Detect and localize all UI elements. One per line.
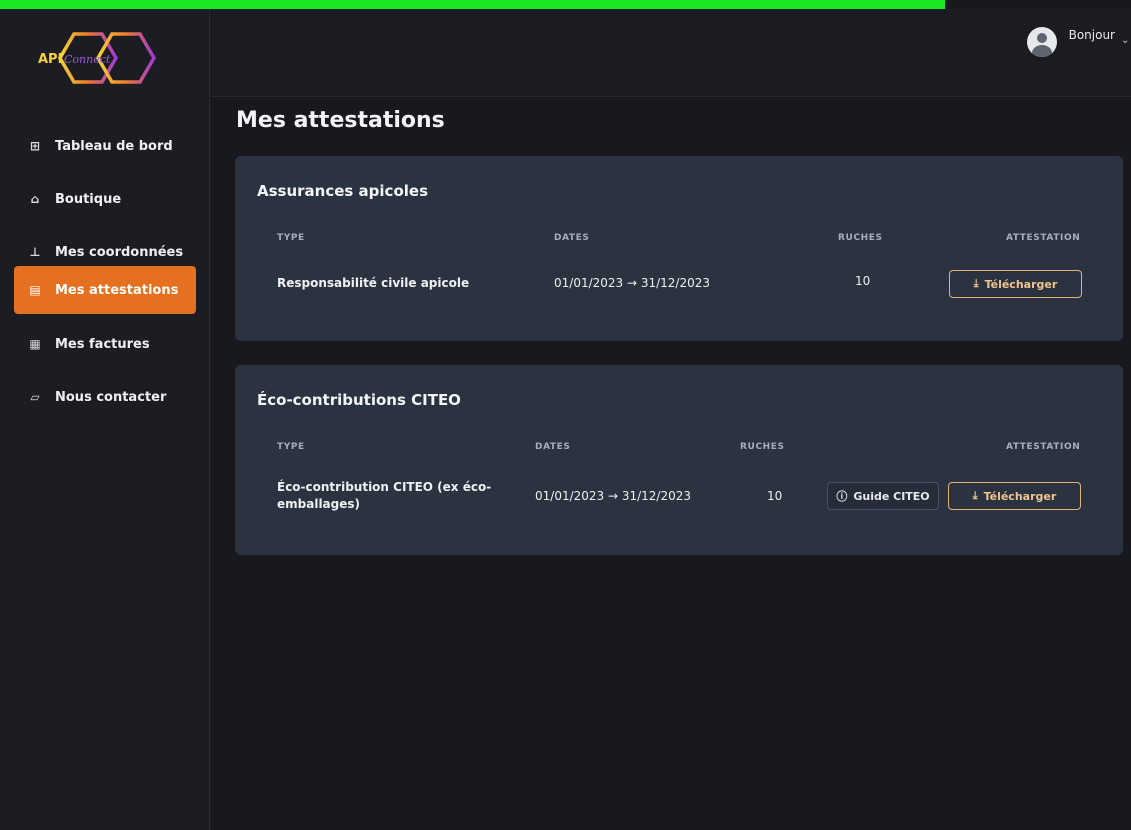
apiconnect-logo[interactable]: API Connect bbox=[36, 23, 176, 93]
download-button-label: Télécharger bbox=[984, 277, 1058, 291]
download-icon: ⤓ bbox=[972, 489, 978, 502]
column-header-attestation: ATTESTATION bbox=[1006, 442, 1081, 452]
sidebar-item-label: Mes factures bbox=[55, 336, 150, 352]
sidebar-item-label: Nous contacter bbox=[55, 389, 167, 405]
chat-icon: ▱ bbox=[30, 390, 40, 404]
document-icon: ▤ bbox=[29, 283, 41, 297]
row-ruches: 10 bbox=[855, 274, 871, 288]
row-ruches: 10 bbox=[767, 489, 783, 503]
download-button[interactable]: ⤓ Télécharger bbox=[948, 482, 1081, 510]
page-title: Mes attestations bbox=[236, 108, 445, 133]
chevron-down-icon: ⌄ bbox=[1121, 35, 1130, 46]
store-icon: ⌂ bbox=[30, 192, 40, 206]
row-dates: 01/01/2023 → 31/12/2023 bbox=[535, 489, 692, 503]
section-title: Assurances apicoles bbox=[257, 182, 428, 200]
column-header-dates: DATES bbox=[554, 233, 590, 243]
download-button[interactable]: ⤓ Télécharger bbox=[949, 270, 1082, 298]
column-header-ruches: RUCHES bbox=[838, 233, 883, 243]
user-menu[interactable]: Bonjour ⌄ bbox=[1026, 27, 1131, 57]
avatar-icon bbox=[1026, 27, 1057, 57]
sidebar-item-label: Mes attestations bbox=[55, 282, 179, 298]
guide-button-label: Guide CITEO bbox=[853, 489, 930, 503]
section-title: Éco-contributions CITEO bbox=[257, 391, 461, 409]
dashboard-icon: ⊞ bbox=[29, 139, 41, 153]
column-header-type: TYPE bbox=[277, 442, 305, 452]
brand-api: API bbox=[38, 52, 62, 67]
row-type: Éco-contribution CITEO (ex éco- emballag… bbox=[277, 479, 491, 513]
brand-connect: Connect bbox=[64, 53, 111, 66]
download-icon: ⤓ bbox=[973, 277, 979, 290]
top-banner bbox=[0, 0, 945, 9]
sidebar-item-label: Tableau de bord bbox=[55, 138, 173, 154]
user-greeting: Bonjour bbox=[1068, 28, 1115, 42]
invoice-icon: ▦ bbox=[29, 337, 41, 351]
section-card-assurances: Assurances apicoles TYPE DATES RUCHES AT… bbox=[235, 156, 1123, 341]
guide-citeo-button[interactable]: ⓘ Guide CITEO bbox=[827, 482, 939, 510]
sidebar-item-factures[interactable]: ▦ Mes factures bbox=[14, 320, 196, 368]
sidebar: API Connect ⊞ Tableau de bord ⌂ Boutique… bbox=[0, 9, 210, 830]
row-type: Responsabilité civile apicole bbox=[277, 276, 470, 290]
info-icon: ⓘ bbox=[836, 490, 848, 503]
row-type-line2: emballages) bbox=[277, 497, 361, 511]
column-header-type: TYPE bbox=[277, 233, 305, 243]
sidebar-item-label: Mes coordonnées bbox=[55, 244, 184, 260]
download-button-label: Télécharger bbox=[983, 489, 1057, 503]
column-header-ruches: RUCHES bbox=[740, 442, 785, 452]
section-card-citeo: Éco-contributions CITEO TYPE DATES RUCHE… bbox=[235, 365, 1123, 555]
sidebar-item-attestations[interactable]: ▤ Mes attestations bbox=[14, 266, 196, 314]
row-type-line1: Éco-contribution CITEO (ex éco- bbox=[277, 480, 492, 494]
sidebar-item-label: Boutique bbox=[55, 191, 122, 207]
row-dates: 01/01/2023 → 31/12/2023 bbox=[554, 276, 711, 290]
top-bar: Bonjour ⌄ bbox=[211, 9, 1131, 97]
sidebar-item-boutique[interactable]: ⌂ Boutique bbox=[14, 175, 196, 223]
column-header-attestation: ATTESTATION bbox=[1006, 233, 1081, 243]
sidebar-item-tableau-de-bord[interactable]: ⊞ Tableau de bord bbox=[14, 122, 196, 170]
column-header-dates: DATES bbox=[535, 442, 571, 452]
user-icon: ⊥ bbox=[29, 245, 41, 259]
sidebar-item-contact[interactable]: ▱ Nous contacter bbox=[14, 373, 196, 421]
